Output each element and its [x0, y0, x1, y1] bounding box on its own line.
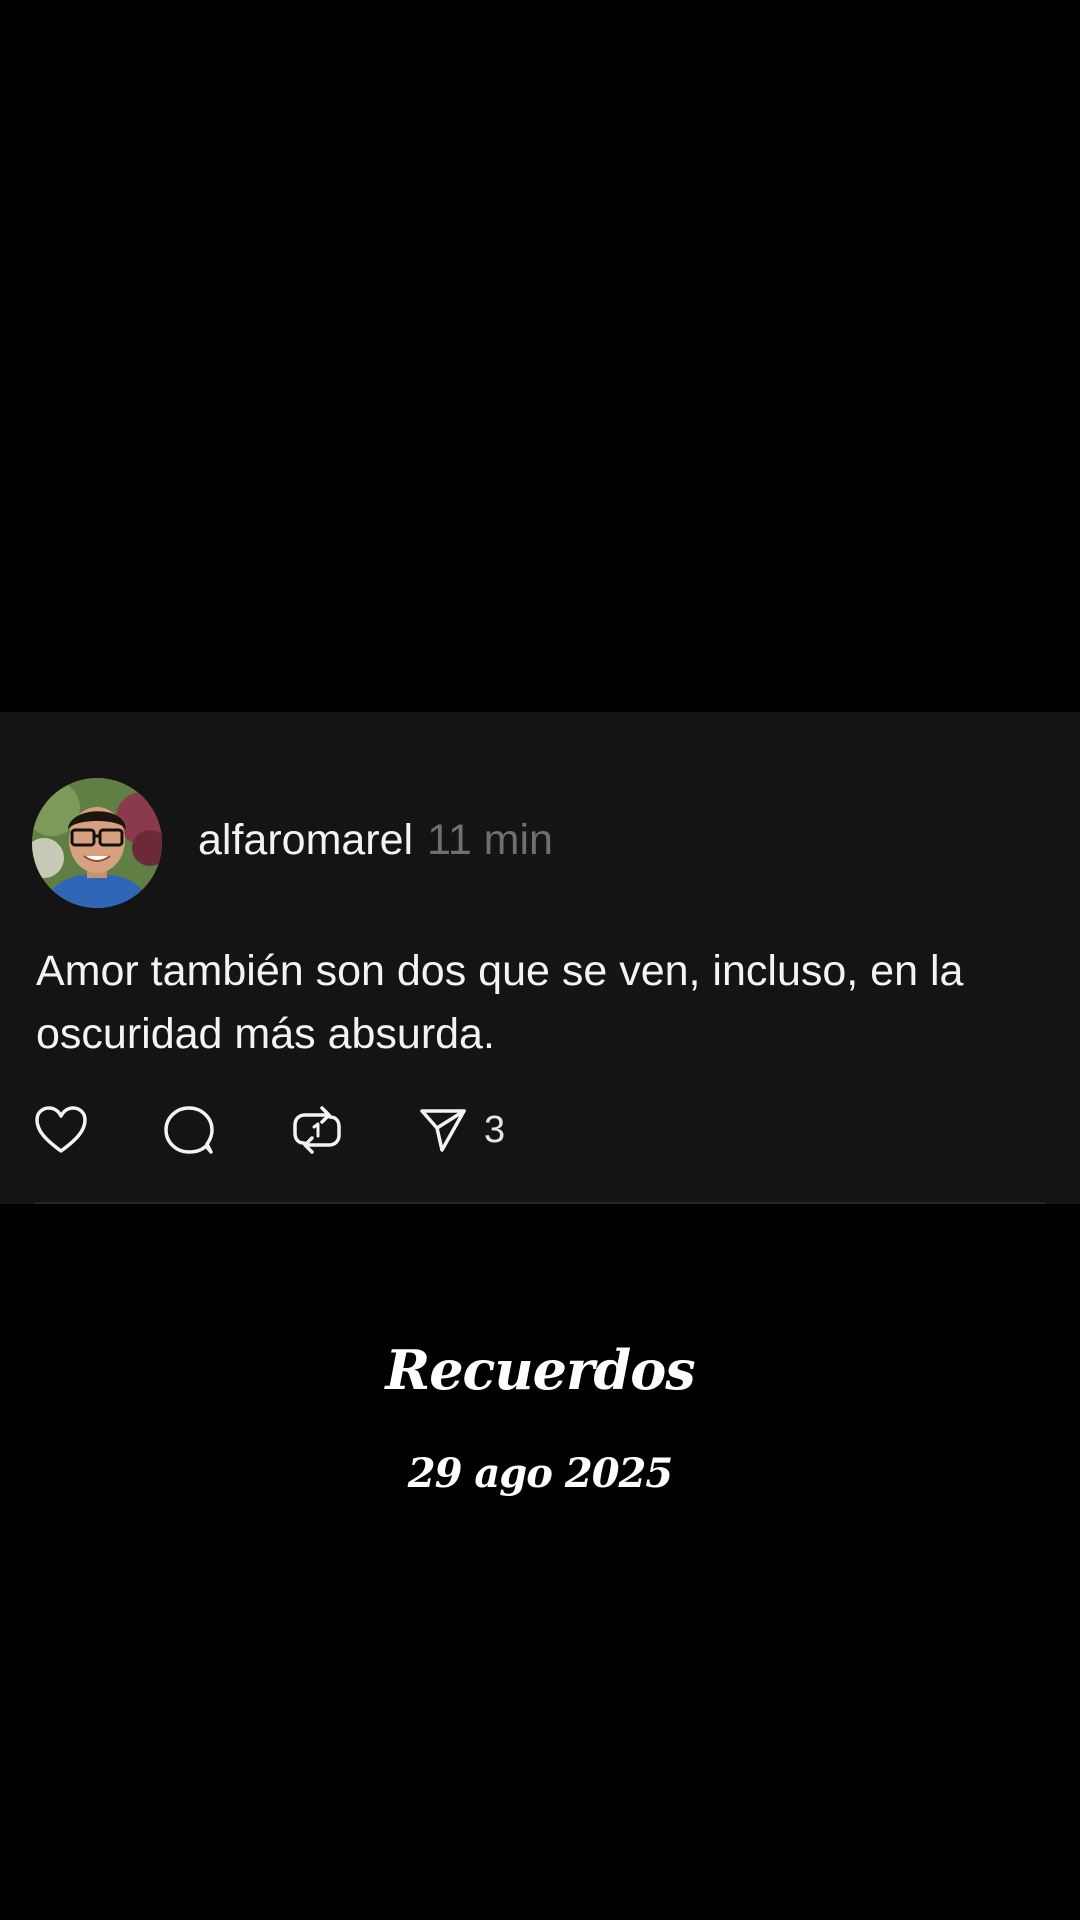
- post-actions: 3: [34, 1102, 579, 1158]
- avatar-photo: [32, 778, 162, 908]
- post-text: Amor también son dos que se ven, incluso…: [36, 947, 964, 1058]
- comment-icon: [164, 1106, 214, 1154]
- repost-button[interactable]: [290, 1103, 344, 1157]
- avatar[interactable]: [32, 778, 162, 908]
- heart-icon: [35, 1106, 87, 1153]
- post-timestamp: 11 min: [427, 816, 553, 864]
- memories-title: Recuerdos: [385, 1338, 695, 1402]
- post-header: alfaromarel 11 min: [198, 816, 553, 872]
- repost-icon: [293, 1106, 341, 1154]
- divider: [34, 1202, 1046, 1204]
- share-count: 3: [484, 1108, 506, 1151]
- memories-date: 29 ago 2025: [407, 1450, 673, 1497]
- comment-button[interactable]: [162, 1104, 216, 1156]
- username[interactable]: alfaromarel: [198, 816, 413, 865]
- share-button[interactable]: 3: [418, 1106, 505, 1154]
- send-icon: [420, 1109, 466, 1152]
- post-card[interactable]: alfaromarel 11 min Amor también son dos …: [0, 712, 1080, 1204]
- like-button[interactable]: [34, 1105, 88, 1155]
